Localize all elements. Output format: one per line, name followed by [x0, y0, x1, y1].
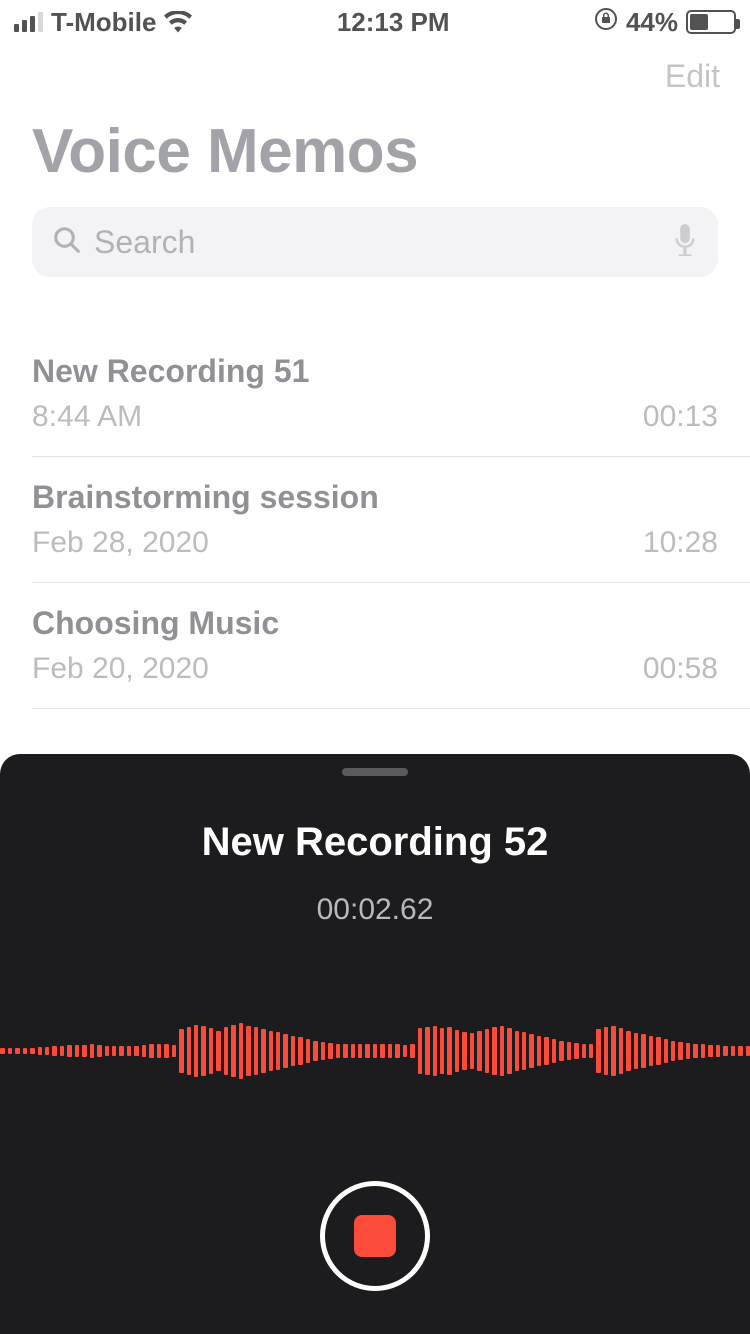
- status-left: T-Mobile: [14, 7, 192, 38]
- status-time: 12:13 PM: [337, 7, 450, 38]
- recording-duration: 10:28: [643, 526, 718, 560]
- sheet-grabber[interactable]: [342, 768, 408, 776]
- dictation-mic-icon[interactable]: [672, 224, 698, 261]
- recording-duration: 00:58: [643, 652, 718, 686]
- recording-title: New Recording 51: [32, 353, 718, 390]
- recording-item[interactable]: New Recording 51 8:44 AM 00:13: [32, 331, 750, 457]
- orientation-lock-icon: [594, 7, 618, 38]
- recording-item[interactable]: Choosing Music Feb 20, 2020 00:58: [32, 583, 750, 709]
- edit-button[interactable]: Edit: [665, 58, 720, 95]
- waveform: [0, 1011, 750, 1091]
- stop-icon: [354, 1215, 396, 1257]
- recording-date: Feb 20, 2020: [32, 652, 209, 686]
- page-title: Voice Memos: [0, 108, 750, 207]
- cellular-signal-icon: [14, 12, 43, 32]
- recording-title: Choosing Music: [32, 605, 718, 642]
- nav-bar: Edit: [0, 44, 750, 108]
- recording-duration: 00:13: [643, 400, 718, 434]
- carrier-label: T-Mobile: [51, 7, 156, 38]
- active-recording-elapsed: 00:02.62: [317, 893, 434, 927]
- status-right: 44%: [594, 7, 736, 38]
- recording-title: Brainstorming session: [32, 479, 718, 516]
- stop-record-button[interactable]: [320, 1181, 430, 1291]
- active-recording-title: New Recording 52: [202, 820, 549, 865]
- wifi-icon: [164, 11, 192, 33]
- search-input[interactable]: [94, 224, 660, 261]
- battery-icon: [686, 10, 736, 34]
- search-field[interactable]: [32, 207, 718, 277]
- recording-date: 8:44 AM: [32, 400, 142, 434]
- recordings-list: New Recording 51 8:44 AM 00:13 Brainstor…: [0, 331, 750, 709]
- battery-percent-label: 44%: [626, 7, 678, 38]
- recording-sheet[interactable]: New Recording 52 00:02.62: [0, 754, 750, 1334]
- search-icon: [52, 225, 82, 260]
- search-container: [0, 207, 750, 277]
- status-bar: T-Mobile 12:13 PM 44%: [0, 0, 750, 44]
- recording-date: Feb 28, 2020: [32, 526, 209, 560]
- recording-item[interactable]: Brainstorming session Feb 28, 2020 10:28: [32, 457, 750, 583]
- battery-level: [690, 14, 708, 30]
